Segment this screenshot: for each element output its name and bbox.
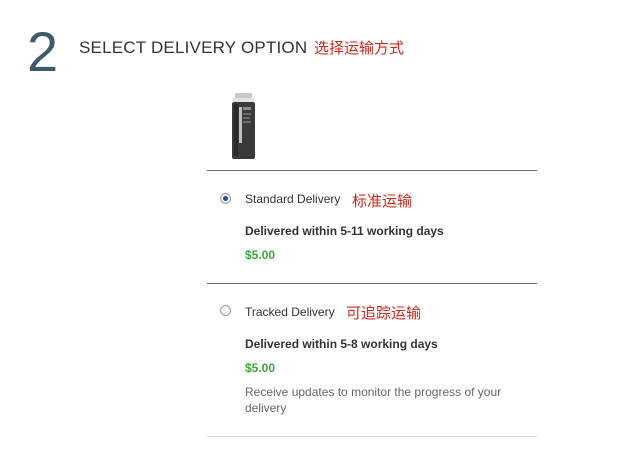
divider bbox=[207, 170, 537, 171]
standard-delivery-radio[interactable] bbox=[220, 193, 231, 204]
step-title: SELECT DELIVERY OPTION bbox=[79, 38, 308, 57]
step-title-annotation: 选择运输方式 bbox=[314, 39, 405, 57]
product-image bbox=[232, 93, 255, 159]
standard-delivery-label[interactable]: Standard Delivery bbox=[245, 192, 340, 206]
tracked-delivery-price: $5.00 bbox=[245, 361, 276, 375]
tracked-delivery-annotation: 可追踪运输 bbox=[346, 304, 422, 322]
tracked-delivery-radio[interactable] bbox=[220, 305, 231, 316]
step-number: 2 bbox=[27, 20, 59, 83]
standard-delivery-annotation: 标准运输 bbox=[352, 192, 413, 210]
standard-delivery-price: $5.00 bbox=[245, 248, 276, 262]
divider bbox=[207, 436, 537, 437]
tracked-delivery-description: Delivered within 5-8 working days bbox=[245, 337, 438, 351]
tracked-delivery-note: Receive updates to monitor the progress … bbox=[245, 385, 502, 415]
divider bbox=[207, 283, 537, 284]
tracked-delivery-label[interactable]: Tracked Delivery bbox=[245, 305, 335, 319]
standard-delivery-description: Delivered within 5-11 working days bbox=[245, 224, 444, 238]
